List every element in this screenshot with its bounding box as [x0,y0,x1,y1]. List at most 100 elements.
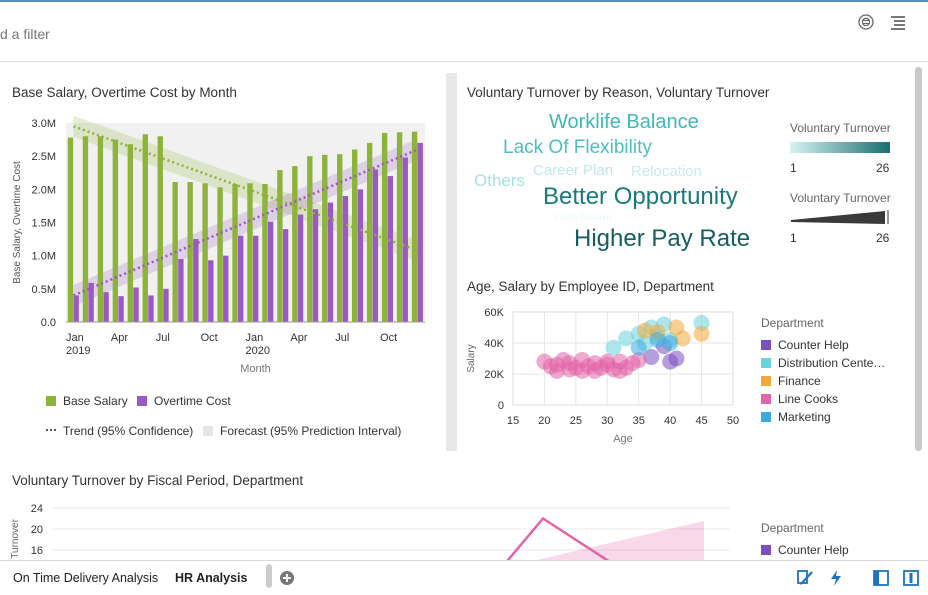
y-tick-label: 2.0M [32,184,56,196]
add-canvas-icon[interactable] [276,567,298,589]
bar-base-salary [396,132,403,322]
fiscal-legend-swatch [761,545,771,555]
bar-base-salary [292,166,298,322]
bar-base-salary [202,183,208,322]
bar-overtime-cost [282,229,289,322]
filter-input[interactable]: d a filter [0,26,50,42]
size-legend-wedge [791,210,889,224]
x-tick-label: 50 [727,415,739,427]
bar-overtime-cost [238,235,244,322]
x-tick-label: Oct [201,332,218,344]
bar-base-salary [142,134,148,322]
y-tick-label: 20 [31,524,43,536]
y-tick-label: 24 [31,503,43,515]
tab-hr-analysis[interactable]: HR Analysis [175,561,247,595]
bar-overtime-cost [312,209,319,322]
bar-overtime-cost [267,221,274,322]
size-legend-min: 1 [790,231,797,245]
y-tick-label: 2.5M [32,151,56,163]
menu-icon[interactable] [887,11,909,33]
scatter-point [605,361,622,378]
x-tick-label: 35 [633,415,645,427]
y-tick-label: 60K [484,307,504,319]
bar-overtime-cost [387,176,393,322]
panel-divider[interactable] [446,73,457,451]
bar-base-salary [322,154,328,322]
bar-base-salary [127,144,134,322]
turnover-reason-title: Voluntary Turnover by Reason, Voluntary … [467,85,770,100]
word-higher-pay-rate[interactable]: Higher Pay Rate [574,225,750,253]
color-legend-min: 1 [790,161,797,175]
fiscal-legend-title: Department [761,521,824,535]
scatter-legend-label: Marketing [778,410,831,424]
bar-overtime-cost [133,287,139,322]
right-panel-icon[interactable] [900,567,922,589]
bar-base-salary [247,183,253,322]
scatter-point [662,353,679,370]
legend-swatch-overtime [137,396,147,406]
bar-overtime-cost [372,169,379,322]
x-axis-label: Age [613,433,633,445]
brush-icon[interactable] [794,567,816,589]
word-family-reasons[interactable]: Family Reasons [555,213,612,222]
legend-label-forecast: Forecast (95% Prediction Interval) [220,424,401,438]
bar-base-salary [381,132,388,322]
scatter-legend-swatch [761,412,771,422]
age-salary-title: Age, Salary by Employee ID, Department [467,279,714,294]
tab-scroll-handle[interactable] [266,564,272,588]
word-lack-of-flexibility[interactable]: Lack Of Flexibility [503,137,652,159]
bar-overtime-cost [163,288,169,322]
scatter-legend-swatch [761,376,771,386]
tab-on-time-delivery[interactable]: On Time Delivery Analysis [13,561,158,595]
bar-overtime-cost [297,214,304,322]
bar-base-salary [217,187,223,322]
bar-base-salary [97,136,104,322]
y-axis-label: Base Salary, Overtime Cost [12,161,23,284]
bar-overtime-cost [342,195,349,322]
y-axis-label: Voluntary Turnover [10,518,21,560]
x-tick-label: Jan [246,332,264,344]
x-tick-label: Jul [335,332,349,344]
left-panel-icon[interactable] [870,567,892,589]
y-axis-label: Salary [466,344,477,372]
scatter-legend-swatch [761,358,771,368]
bar-base-salary [232,184,238,322]
x-tick-label: Jan [66,332,84,344]
vertical-scrollbar[interactable] [915,67,922,451]
color-legend-title: Voluntary Turnover [790,121,891,135]
filter-bar[interactable]: d a filter [0,2,928,62]
scatter-legend-label: Distribution Cente… [778,356,885,370]
word-others[interactable]: Others [474,171,525,191]
bar-base-salary [262,184,268,322]
x-axis-label: Month [240,363,271,375]
word-career-plan[interactable]: Career Plan [533,162,613,179]
scatter-legend-title: Department [761,316,824,330]
word-worklife-balance[interactable]: Worklife Balance [549,111,699,134]
bar-overtime-cost [88,282,94,322]
word-relocation[interactable]: Relocation [631,163,702,180]
bar-overtime-cost [178,258,184,322]
size-legend-title: Voluntary Turnover [790,191,891,205]
fiscal-legend-item[interactable]: Counter Help [778,543,849,557]
scatter-point [605,339,622,356]
word-better-opportunity[interactable]: Better Opportunity [543,183,738,211]
legend-label-overtime: Overtime Cost [154,394,231,408]
legend-swatch-forecast [203,426,213,436]
scatter-point [630,339,647,356]
scatter-legend-swatch [761,340,771,350]
bar-base-salary [411,131,418,322]
salary-chart[interactable]: 0.0 0.5M 1.0M 1.5M 2.0M 2.5M 3.0M Base Salary, … [0,103,440,443]
y-tick-label: 3.0M [32,118,56,130]
bar-overtime-cost [357,189,364,322]
scatter-point [693,325,710,342]
bar-overtime-cost [148,295,154,322]
x-tick-label: Oct [380,332,397,344]
bar-overtime-cost [417,142,423,322]
bar-base-salary [187,182,193,322]
scatter-legend-label: Counter Help [778,338,849,352]
bar-base-salary [277,170,283,322]
settings-icon[interactable] [855,11,877,33]
lightning-icon[interactable] [825,567,847,589]
age-salary-scatter[interactable]: 0 20K 40K 60K 15 20 25 30 35 40 45 50 Salary Age Depar… [460,299,910,449]
y-tick-label: 0.5M [32,284,56,296]
